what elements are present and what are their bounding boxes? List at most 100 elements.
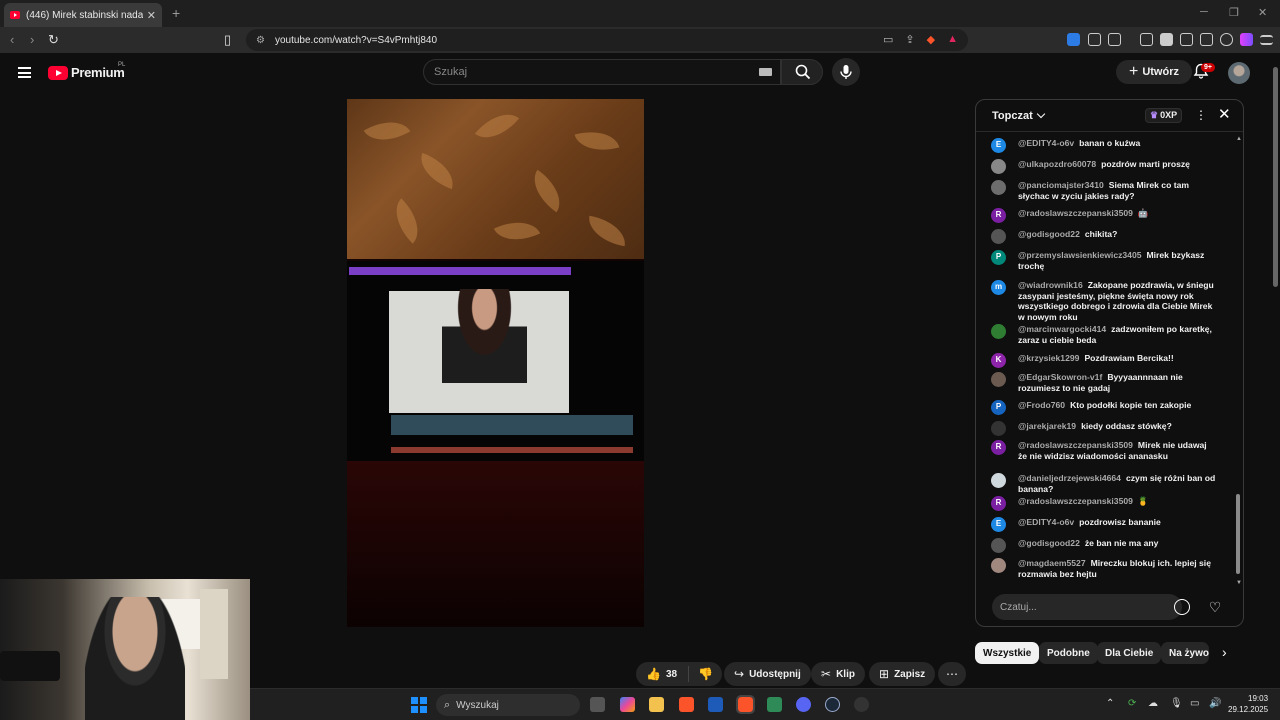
chat-author-avatar[interactable]: E (991, 517, 1006, 532)
back-icon[interactable]: ‹ (10, 32, 14, 47)
keyboard-icon[interactable] (759, 68, 772, 76)
wallet-icon[interactable] (1180, 33, 1193, 46)
chat-author-name[interactable]: @godisgood22 (1018, 229, 1080, 239)
chip-related[interactable]: Podobne (1039, 642, 1098, 664)
taskbar-search[interactable]: ⌕ Wyszukaj (436, 694, 580, 716)
chat-author-avatar[interactable] (991, 229, 1006, 244)
chip-all[interactable]: Wszystkie (975, 642, 1040, 664)
new-tab-button[interactable]: + (172, 5, 180, 21)
tab-close-icon[interactable]: ✕ (147, 9, 156, 22)
sidebar-icon[interactable] (1160, 33, 1173, 46)
chat-author-avatar[interactable]: K (991, 353, 1006, 368)
chat-author-avatar[interactable] (991, 324, 1006, 339)
close-window-button[interactable]: ✕ (1258, 6, 1267, 19)
forward-icon[interactable]: › (30, 32, 34, 47)
chat-author-avatar[interactable] (991, 372, 1006, 387)
address-bar[interactable]: ⚙ youtube.com/watch?v=S4vPmhtj840 ▭ ⇪ ◆ … (246, 29, 968, 51)
chat-author-name[interactable]: @EDITY4-o6v (1018, 517, 1074, 527)
extension-new-icon[interactable] (1067, 33, 1080, 46)
chat-author-avatar[interactable]: R (991, 440, 1006, 455)
chat-author-name[interactable]: @jarekjarek19 (1018, 421, 1076, 431)
video-player[interactable] (347, 99, 644, 627)
chat-author-avatar[interactable] (991, 421, 1006, 436)
chat-author-name[interactable]: @radoslawszczepanski3509 (1018, 208, 1133, 218)
chat-author-avatar[interactable]: P (991, 400, 1006, 415)
chat-input[interactable]: Czatuj... (992, 594, 1182, 620)
chat-author-avatar[interactable] (991, 558, 1006, 573)
tray-mic-icon[interactable]: 🎙 (1170, 698, 1183, 709)
taskbar-clock[interactable]: 19:03 29.12.2025 (1228, 693, 1268, 715)
extension-box-icon[interactable] (1108, 33, 1121, 46)
chat-author-name[interactable]: @krzysiek1299 (1018, 353, 1079, 363)
chip-for-you[interactable]: Dla Ciebie (1097, 642, 1162, 664)
page-scroll-thumb[interactable] (1273, 67, 1278, 287)
brave-active-icon[interactable] (736, 695, 755, 714)
thumbs-up-icon[interactable]: 👍 (646, 667, 661, 681)
share-button[interactable]: ↪ Udostępnij (724, 662, 811, 686)
user-avatar[interactable] (1228, 62, 1250, 84)
steam-icon[interactable] (825, 697, 840, 712)
scroll-down-icon[interactable]: ▼ (1236, 580, 1242, 586)
copilot-icon[interactable] (620, 697, 635, 712)
page-scrollbar[interactable] (1270, 53, 1280, 688)
tray-overflow-icon[interactable]: ⌃ (1106, 698, 1114, 709)
chat-author-avatar[interactable] (991, 159, 1006, 174)
task-view-icon[interactable] (590, 697, 605, 712)
voice-search-button[interactable] (832, 58, 860, 86)
emoji-icon[interactable] (1174, 599, 1190, 615)
chat-author-name[interactable]: @panciomajster3410 (1018, 180, 1104, 190)
create-button[interactable]: + Utwórz (1116, 60, 1192, 84)
chat-author-name[interactable]: @radoslawszczepanski3509 (1018, 440, 1133, 450)
tray-cloud-icon[interactable]: ☁ (1148, 698, 1158, 709)
xp-badge[interactable]: ♛ 0XP (1145, 108, 1183, 123)
browser-menu-icon[interactable] (1260, 35, 1273, 45)
vpn-shield-icon[interactable] (1220, 33, 1233, 46)
chat-scrollbar[interactable]: ▲ ▼ (1235, 136, 1242, 588)
brave-browser-icon[interactable] (679, 697, 694, 712)
chat-author-avatar[interactable] (991, 180, 1006, 195)
media-icon[interactable] (1140, 33, 1153, 46)
close-chat-icon[interactable]: ✕ (1218, 107, 1231, 122)
tray-app-icon[interactable]: ⟳ (1128, 698, 1136, 709)
obs-icon[interactable] (854, 697, 869, 712)
chat-author-name[interactable]: @danieljedrzejewski4664 (1018, 473, 1121, 483)
chat-author-name[interactable]: @wiadrownik16 (1018, 280, 1083, 290)
youtube-premium-logo[interactable]: Premium PL (48, 62, 125, 80)
chat-author-name[interactable]: @EDITY4-o6v (1018, 138, 1074, 148)
chat-author-avatar[interactable]: R (991, 208, 1006, 223)
chat-author-avatar[interactable] (991, 473, 1006, 488)
chat-author-name[interactable]: @marcinwargocki414 (1018, 324, 1106, 334)
chip-live[interactable]: Na żywo (1161, 642, 1209, 664)
discord-icon[interactable] (796, 697, 811, 712)
chat-author-avatar[interactable]: m (991, 280, 1006, 295)
minimize-button[interactable]: ─ (1200, 6, 1208, 18)
chat-author-name[interactable]: @godisgood22 (1018, 538, 1080, 548)
chips-next-icon[interactable]: › (1222, 644, 1227, 660)
clip-button[interactable]: ✂ Klip (811, 662, 865, 686)
save-button[interactable]: ⊞ Zapisz (869, 662, 936, 686)
brave-rewards-icon[interactable]: ▲ (947, 33, 958, 46)
brave-shields-icon[interactable]: ◆ (927, 33, 935, 46)
maximize-button[interactable]: ❐ (1229, 6, 1239, 19)
chat-author-name[interactable]: @magdaem5527 (1018, 558, 1086, 568)
chat-mode-dropdown[interactable]: Topczat (992, 109, 1045, 122)
thumbs-down-icon[interactable]: 👎 (698, 667, 713, 681)
tray-network-icon[interactable]: ▭ (1190, 698, 1199, 709)
like-count[interactable]: 38 (666, 669, 677, 680)
heart-icon[interactable]: ♡ (1205, 597, 1225, 617)
chat-author-avatar[interactable]: E (991, 138, 1006, 153)
chat-author-name[interactable]: @Frodo760 (1018, 400, 1065, 410)
chat-author-name[interactable]: @ulkapozdro60078 (1018, 159, 1096, 169)
scroll-up-icon[interactable]: ▲ (1236, 136, 1242, 142)
chat-author-avatar[interactable]: R (991, 496, 1006, 511)
chat-author-name[interactable]: @EdgarSkowron-v1f (1018, 372, 1102, 382)
tray-volume-icon[interactable]: 🔊 (1209, 698, 1221, 709)
chat-scroll-thumb[interactable] (1236, 494, 1240, 574)
search-button[interactable] (781, 59, 823, 85)
search-input[interactable]: Szukaj (423, 59, 781, 85)
leo-ai-icon[interactable] (1200, 33, 1213, 46)
chat-author-avatar[interactable] (991, 538, 1006, 553)
hamburger-menu-icon[interactable] (18, 67, 31, 78)
chat-author-avatar[interactable]: P (991, 250, 1006, 265)
extensions-puzzle-icon[interactable] (1088, 33, 1101, 46)
